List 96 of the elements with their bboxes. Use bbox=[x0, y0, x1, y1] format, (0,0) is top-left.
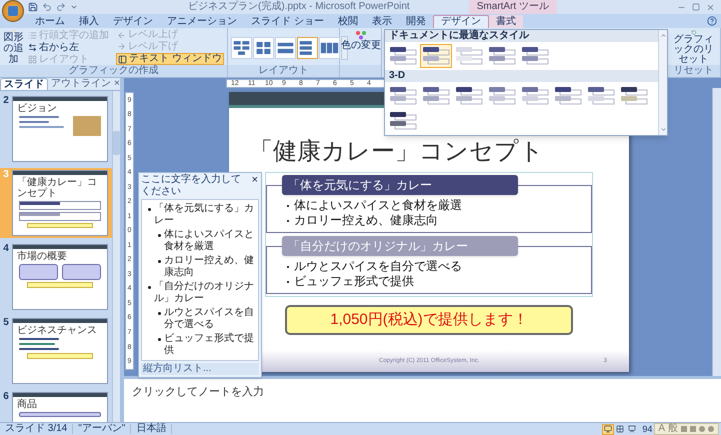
save-icon[interactable] bbox=[28, 2, 38, 12]
bullet-icon bbox=[158, 260, 161, 263]
office-orb-icon[interactable] bbox=[2, 0, 24, 22]
layout-thumbnail[interactable] bbox=[319, 36, 340, 58]
gallery-section-header: 3-D bbox=[385, 70, 658, 82]
ribbon-tab[interactable]: 挿入 bbox=[72, 15, 106, 28]
ribbon-tab[interactable]: 書式 bbox=[488, 15, 523, 28]
close-icon[interactable] bbox=[706, 2, 715, 12]
text-pane-item[interactable]: ビュッフェ形式で提供 bbox=[164, 333, 256, 357]
customize-dropdown-icon[interactable] bbox=[70, 3, 78, 11]
layout-icon bbox=[28, 55, 38, 64]
section-heading: 「体を元気にする」カレー bbox=[282, 175, 518, 195]
group-label: レイアウト bbox=[228, 65, 339, 77]
thumbnail-title: ビジネスチャンス bbox=[16, 325, 98, 336]
ribbon-tab[interactable]: 開発 bbox=[398, 15, 433, 28]
slide-number: 5 bbox=[2, 318, 10, 330]
add-shape-button[interactable]: 図形の追加 bbox=[3, 30, 24, 65]
redo-icon[interactable] bbox=[56, 2, 66, 12]
slide-thumbnail-row[interactable]: 5 ビジネスチャンス bbox=[0, 316, 112, 386]
textpane-icon bbox=[118, 54, 128, 64]
callout-box: 1,050円(税込)で提供します！ bbox=[285, 305, 573, 335]
bullet-icon bbox=[28, 31, 38, 40]
gallery-scrollbar[interactable] bbox=[658, 30, 667, 135]
text-pane-item[interactable]: 「自分だけのオリジナル」カレー bbox=[154, 281, 256, 305]
text-pane-item[interactable]: ルウとスパイスを自分で選べる bbox=[164, 307, 256, 331]
section-heading: 「自分だけのオリジナル」カレー bbox=[282, 236, 518, 256]
gallery-section-header: ドキュメントに最適なスタイル bbox=[385, 30, 658, 42]
reset-graphic-button[interactable]: グラフィックのリセット bbox=[670, 30, 717, 65]
ribbon-button[interactable]: 右から左 bbox=[27, 42, 110, 53]
scroll-up-icon[interactable] bbox=[660, 32, 666, 39]
smartart-style-thumbnail[interactable] bbox=[420, 44, 452, 68]
thumbnail-title: 市場の概要 bbox=[16, 251, 68, 262]
panel-tab[interactable]: アウトライン bbox=[48, 78, 114, 90]
layout-thumbnail[interactable] bbox=[253, 36, 274, 58]
bullet-text: 体によいスパイスと食材を厳選 bbox=[294, 198, 462, 213]
slide-thumbnail-row[interactable]: 3 「健康カレー」コンセプト bbox=[0, 168, 112, 238]
group-label: リセット bbox=[667, 65, 720, 77]
ribbon-tab[interactable]: スライド ショー bbox=[244, 15, 331, 28]
bullet-text: カロリー控えめ、健康志向 bbox=[294, 213, 438, 228]
slide-title: 「健康カレー」コンセプト bbox=[249, 138, 545, 166]
thumbnail-title: ビジョン bbox=[16, 103, 58, 114]
slide-thumbnail-row[interactable]: 2 ビジョン bbox=[0, 94, 112, 164]
layout-thumbnail[interactable] bbox=[275, 36, 296, 58]
panel-tab[interactable]: スライド bbox=[0, 78, 48, 90]
text-pane-title: ここに文字を入力してください bbox=[141, 174, 242, 198]
text-pane-item[interactable]: 「体を元気にする」カレー bbox=[154, 203, 256, 227]
slide-thumbnail-row[interactable]: 6 商品 bbox=[0, 390, 112, 422]
window-title: ビジネスプラン(完成).pptx - Microsoft PowerPoint bbox=[188, 2, 410, 12]
rtl-icon bbox=[28, 43, 38, 52]
thumbnail-title: 商品 bbox=[16, 399, 38, 410]
slide-number: 4 bbox=[2, 244, 10, 256]
ribbon-tab[interactable]: 校閲 bbox=[330, 15, 365, 28]
ribbon-tab[interactable]: 表示 bbox=[364, 15, 399, 28]
color-dots-icon bbox=[355, 30, 367, 40]
slide-number: 3 bbox=[2, 170, 10, 182]
view-button[interactable] bbox=[602, 424, 614, 434]
slide-thumbnail-row[interactable]: 4 市場の概要 bbox=[0, 242, 112, 312]
undo-icon[interactable] bbox=[42, 2, 52, 12]
status-item: スライド 3/14 bbox=[0, 424, 74, 434]
status-item: "アーバン" bbox=[73, 424, 132, 434]
bullet-icon bbox=[148, 286, 151, 289]
close-button[interactable]: × bbox=[250, 174, 259, 186]
bullet-icon bbox=[148, 208, 151, 211]
text-pane-item[interactable]: カロリー控えめ、健康志向 bbox=[164, 255, 256, 279]
layout-thumbnail[interactable] bbox=[231, 36, 252, 58]
ribbon-tab[interactable]: ホーム bbox=[28, 15, 72, 28]
zoom-level: 94 bbox=[642, 424, 652, 434]
canvas-scrollbar[interactable] bbox=[712, 88, 721, 376]
bullet-icon bbox=[158, 312, 161, 315]
context-tab-label: SmartArt ツール bbox=[468, 0, 557, 14]
ribbon-tab[interactable]: デザイン bbox=[106, 15, 160, 28]
slide-number: 2 bbox=[2, 96, 10, 108]
help-icon[interactable] bbox=[707, 16, 717, 26]
bullet-icon bbox=[158, 338, 161, 341]
close-button[interactable]: × bbox=[114, 79, 120, 89]
ribbon-button[interactable]: テキスト ウィンドウ bbox=[116, 53, 224, 65]
bullet-text: ビュッフェ形式で提供 bbox=[294, 274, 414, 289]
ribbon-tab[interactable]: デザイン bbox=[432, 15, 489, 28]
thumbnail-title: 「健康カレー」コンセプト bbox=[16, 177, 98, 199]
ribbon-tab[interactable]: アニメーション bbox=[160, 15, 244, 28]
view-button[interactable] bbox=[614, 424, 626, 434]
change-colors-button[interactable]: 色の変更 bbox=[343, 30, 379, 65]
bullet-text: ルウとスパイスを自分で選べる bbox=[294, 259, 462, 274]
layout-thumbnail[interactable] bbox=[297, 36, 318, 58]
group-label: グラフィックの作成 bbox=[0, 65, 227, 77]
slide-number: 6 bbox=[2, 392, 10, 404]
scroll-down-icon[interactable] bbox=[660, 126, 666, 133]
panel-scrollbar[interactable] bbox=[112, 91, 120, 422]
demote-icon bbox=[117, 42, 126, 52]
notes-field[interactable]: クリックしてノートを入力 bbox=[124, 376, 721, 422]
bullet-icon bbox=[158, 234, 161, 237]
text-pane-item[interactable]: 体によいスパイスと食材を厳選 bbox=[164, 229, 256, 253]
promote-icon bbox=[117, 30, 126, 40]
layout-name-link[interactable]: 縦方向リスト... bbox=[141, 363, 259, 375]
view-button[interactable] bbox=[626, 424, 638, 434]
status-item: 日本語 bbox=[131, 424, 172, 434]
